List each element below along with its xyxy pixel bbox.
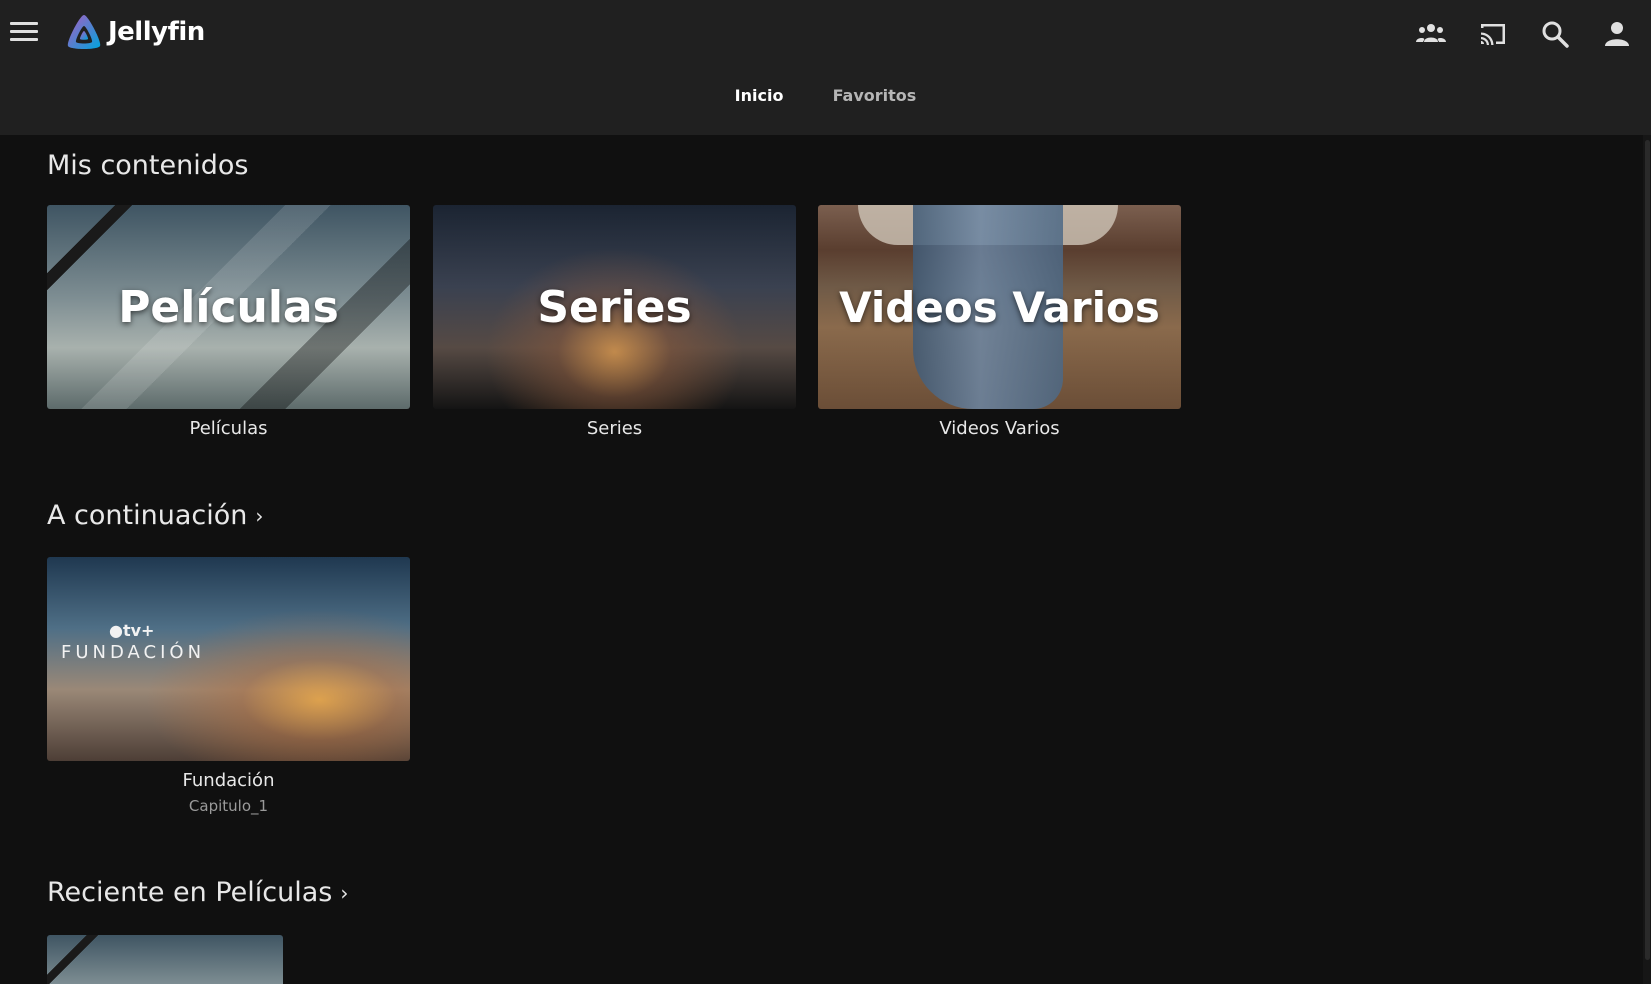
card-overlay-title: Series	[537, 281, 692, 333]
scrollbar-thumb[interactable]	[1645, 140, 1650, 960]
tab-inicio[interactable]: Inicio	[735, 86, 784, 105]
episode-series-name[interactable]: Fundación	[47, 770, 410, 791]
search-icon[interactable]	[1535, 16, 1575, 52]
card-label[interactable]: Series	[433, 418, 796, 439]
chevron-right-icon: ›	[340, 880, 349, 905]
library-card-peliculas[interactable]: Películas	[47, 205, 410, 409]
app-header: Jellyfin Inicio Favoritos	[0, 0, 1651, 135]
episode-name[interactable]: Capitulo_1	[47, 797, 410, 815]
sync-play-icon[interactable]	[1411, 16, 1451, 52]
card-label[interactable]: Videos Varios	[818, 418, 1181, 439]
card-label[interactable]: Películas	[47, 418, 410, 439]
section-title-text: Mis contenidos	[47, 150, 249, 181]
jellyfin-logo-icon	[67, 15, 101, 49]
episode-card-fundacion[interactable]: ●tv+ FUNDACIÓN	[47, 557, 410, 761]
section-title-a-continuacion[interactable]: A continuación ›	[47, 500, 263, 531]
poster-title: FUNDACIÓN	[61, 642, 206, 663]
user-icon[interactable]	[1597, 16, 1637, 52]
section-title-text: Reciente en Películas	[47, 877, 333, 908]
section-title-text: A continuación	[47, 500, 248, 531]
card-overlay-title: Películas	[118, 281, 339, 333]
app-logo[interactable]: Jellyfin	[64, 12, 205, 52]
menu-icon[interactable]	[10, 22, 38, 44]
home-tabs: Inicio Favoritos	[0, 86, 1651, 105]
poster-brand: tv+	[122, 621, 155, 640]
poster-logo: ●tv+ FUNDACIÓN	[61, 621, 205, 663]
library-card-videos-varios[interactable]: Videos Varios	[818, 205, 1181, 409]
apple-icon: ●	[109, 621, 123, 640]
apple-tv-logo: ●tv+	[109, 621, 205, 640]
tab-favoritos[interactable]: Favoritos	[833, 86, 917, 105]
section-title-mis-contenidos: Mis contenidos	[47, 150, 248, 181]
card-overlay-title: Videos Varios	[839, 282, 1160, 332]
movie-card[interactable]	[47, 935, 283, 984]
section-title-reciente-peliculas[interactable]: Reciente en Películas ›	[47, 877, 348, 908]
app-name: Jellyfin	[108, 17, 205, 47]
chevron-right-icon: ›	[255, 503, 264, 528]
cast-icon[interactable]	[1473, 16, 1513, 52]
library-card-series[interactable]: Series	[433, 205, 796, 409]
